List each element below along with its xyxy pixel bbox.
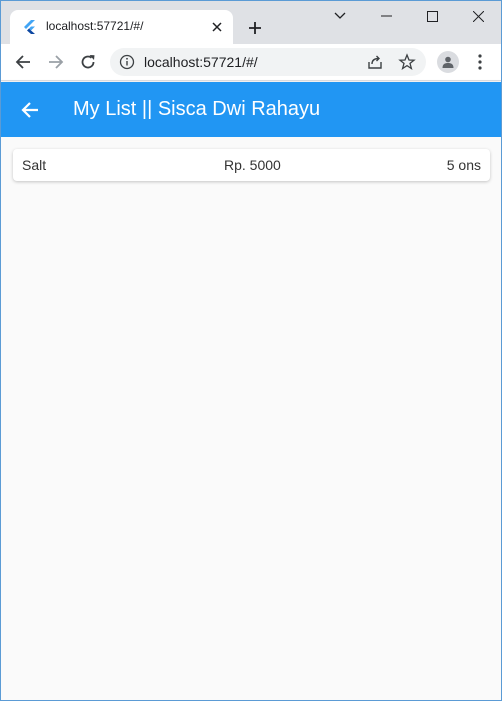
minimize-icon <box>380 15 392 17</box>
tab-search-button[interactable] <box>317 1 363 31</box>
avatar <box>437 51 459 73</box>
new-tab-button[interactable] <box>242 15 268 41</box>
forward-button[interactable] <box>42 48 70 76</box>
chevron-down-icon <box>334 12 346 19</box>
list-content: Salt Rp. 5000 5 ons <box>1 137 501 700</box>
share-icon[interactable] <box>366 53 384 71</box>
list-item[interactable]: Salt Rp. 5000 5 ons <box>13 149 490 181</box>
url-text[interactable]: localhost:57721/#/ <box>144 54 258 70</box>
item-name: Salt <box>22 157 47 173</box>
arrow-left-icon <box>15 55 30 69</box>
address-bar[interactable]: localhost:57721/#/ <box>110 48 426 76</box>
item-quantity: 5 ons <box>446 157 481 173</box>
profile-button[interactable] <box>434 48 462 76</box>
info-icon[interactable] <box>119 54 135 70</box>
arrow-back-icon <box>21 102 38 118</box>
browser-tab[interactable]: localhost:57721/#/ <box>10 10 233 44</box>
reload-icon <box>81 55 95 69</box>
tab-close-button[interactable] <box>207 17 227 37</box>
minimize-button[interactable] <box>363 1 409 31</box>
tab-strip: localhost:57721/#/ <box>1 1 501 44</box>
plus-icon <box>249 22 261 34</box>
app-bar: My List || Sisca Dwi Rahayu <box>1 82 501 137</box>
reload-button[interactable] <box>74 48 102 76</box>
window-close-button[interactable] <box>455 1 501 31</box>
tab-title: localhost:57721/#/ <box>46 19 144 33</box>
item-price: Rp. 5000 <box>224 157 281 173</box>
flutter-icon <box>24 20 35 34</box>
browser-toolbar: localhost:57721/#/ <box>1 44 501 81</box>
person-icon <box>442 56 454 68</box>
appbar-back-button[interactable] <box>15 95 45 125</box>
kebab-menu-icon <box>478 54 482 70</box>
close-icon <box>472 10 484 22</box>
back-button[interactable] <box>9 48 37 76</box>
arrow-right-icon <box>49 55 64 69</box>
page-title: My List || Sisca Dwi Rahayu <box>73 98 321 120</box>
maximize-button[interactable] <box>409 1 455 31</box>
maximize-icon <box>426 10 438 22</box>
browser-window: localhost:57721/#/ localhost:57721/#/ My… <box>0 0 502 701</box>
close-icon <box>212 22 222 32</box>
star-icon[interactable] <box>398 53 416 71</box>
browser-menu-button[interactable] <box>466 48 494 76</box>
